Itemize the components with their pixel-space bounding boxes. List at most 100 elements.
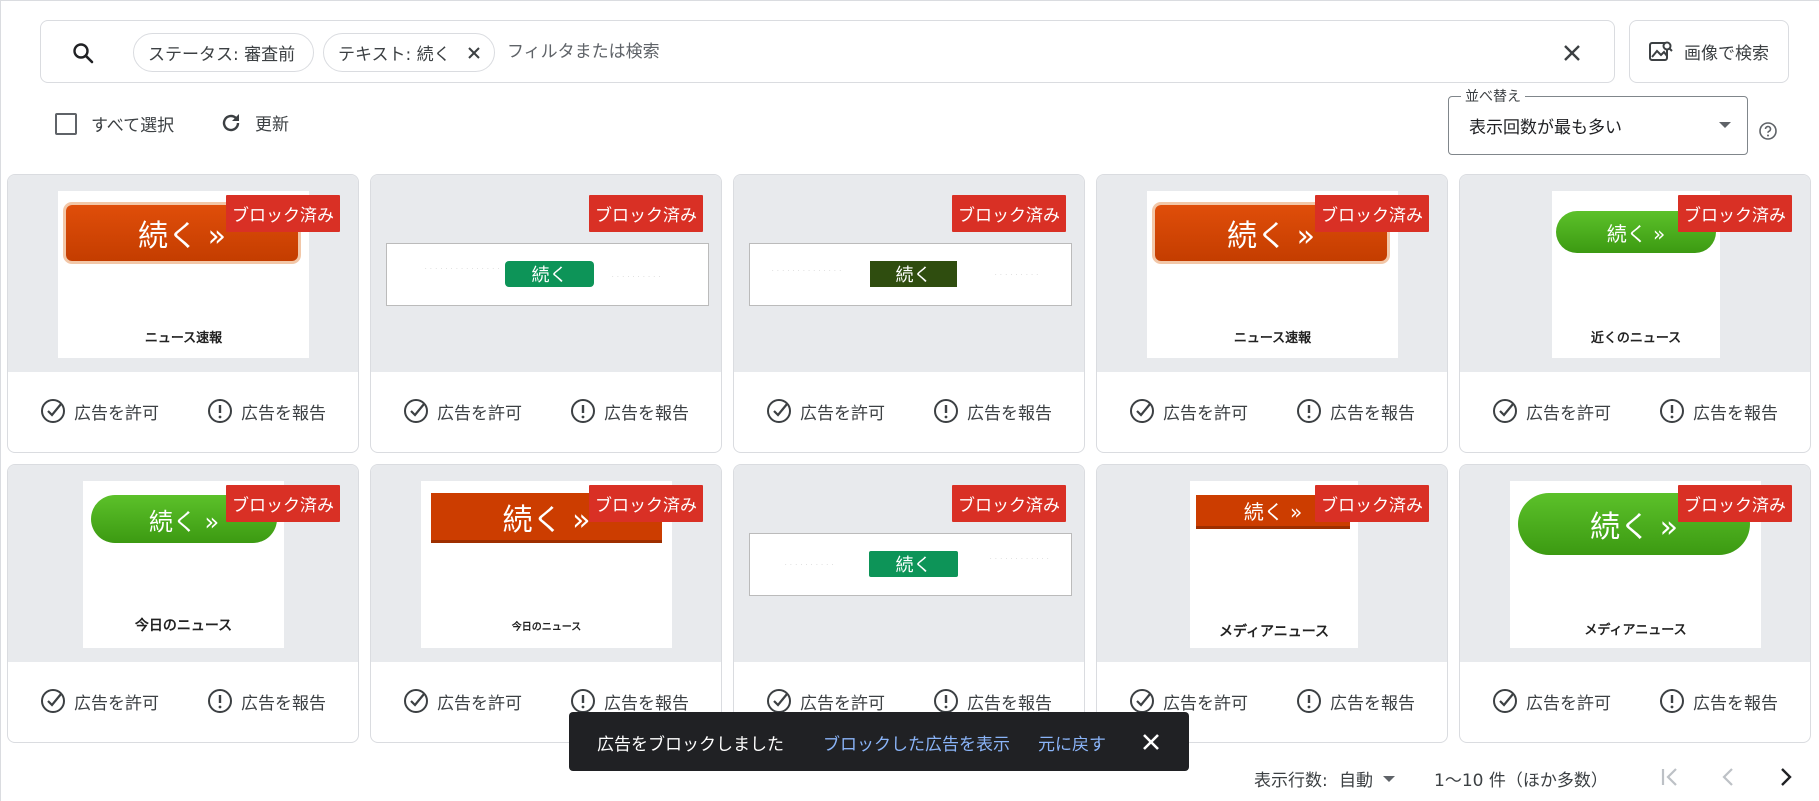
report-ad-label: 広告を報告 [1330, 403, 1415, 424]
rows-per-page-label: 表示行数: [1254, 771, 1328, 791]
image-search-icon [1649, 41, 1673, 61]
ad-preview[interactable]: 続く » ニュース速報 ブロック済み [8, 175, 358, 372]
allow-ad-label: 広告を許可 [800, 693, 885, 714]
ad-preview[interactable]: 続く » メディアニュース ブロック済み [1460, 465, 1810, 662]
help-icon[interactable] [1758, 121, 1778, 141]
alert-circle-icon [934, 399, 958, 423]
search-icon[interactable] [71, 41, 95, 65]
ad-caption: 近くのニュース [1590, 331, 1682, 346]
allow-ad-label: 広告を許可 [1163, 693, 1248, 714]
ad-preview[interactable]: 続く » 今日のニュース ブロック済み [371, 465, 721, 662]
ad-cta-button: 続く [869, 551, 958, 577]
left-divider [0, 0, 1, 801]
report-ad-button[interactable]: 広告を報告 [1296, 688, 1415, 714]
allow-ad-label: 広告を許可 [74, 403, 159, 424]
image-search-label: 画像で検索 [1684, 44, 1769, 64]
select-all-checkbox[interactable] [55, 112, 77, 135]
ad-cta-button: 続く [870, 261, 957, 287]
report-ad-button[interactable]: 広告を報告 [933, 398, 1052, 424]
ad-card[interactable]: 続く » ニュース速報 ブロック済み 広告を許可 広告を報告 [7, 174, 359, 453]
allow-ad-button[interactable]: 広告を許可 [40, 688, 159, 714]
ad-preview[interactable]: · · · · · · · · · · · · · · · 続く · · · ·… [371, 175, 721, 372]
report-ad-label: 広告を報告 [604, 693, 689, 714]
report-ad-button[interactable]: 広告を報告 [1659, 688, 1778, 714]
allow-ad-button[interactable]: 広告を許可 [403, 398, 522, 424]
report-ad-button[interactable]: 広告を報告 [933, 688, 1052, 714]
close-icon[interactable] [1139, 730, 1163, 754]
next-page-icon[interactable] [1773, 764, 1799, 790]
report-ad-label: 広告を報告 [604, 403, 689, 424]
sort-select[interactable]: 並べ替え 表示回数が最も多い [1448, 86, 1748, 155]
report-ad-label: 広告を報告 [1693, 403, 1778, 424]
ad-preview[interactable]: · · · · · · · · · · 続く · · · · · · · · ·… [734, 465, 1084, 662]
report-ad-button[interactable]: 広告を報告 [1296, 398, 1415, 424]
ad-card[interactable]: 続く » 近くのニュース ブロック済み 広告を許可 広告を報告 [1459, 174, 1811, 453]
alert-circle-icon [934, 689, 958, 713]
search-input[interactable] [507, 35, 1487, 69]
refresh-label: 更新 [255, 115, 289, 135]
ad-faint-text: · · · · · · · · · · · · · · · [425, 266, 501, 272]
blocked-badge: ブロック済み [1315, 485, 1429, 522]
blocked-badge: ブロック済み [226, 485, 340, 522]
allow-ad-button[interactable]: 広告を許可 [1492, 688, 1611, 714]
allow-ad-button[interactable]: 広告を許可 [1129, 688, 1248, 714]
top-divider [0, 0, 1819, 1]
refresh-icon [222, 113, 240, 131]
blocked-badge: ブロック済み [1678, 195, 1792, 232]
report-ad-label: 広告を報告 [241, 693, 326, 714]
filter-search-bar[interactable]: ステータス: 審査前 テキスト: 続く [40, 20, 1615, 83]
ad-card[interactable]: 続く » メディアニュース ブロック済み 広告を許可 広告を報告 [1096, 464, 1448, 743]
check-circle-icon [1493, 689, 1517, 713]
select-all-label: すべて選択 [91, 116, 175, 136]
allow-ad-button[interactable]: 広告を許可 [40, 398, 159, 424]
ad-faint-text: · · · · · · · · · · · · [990, 556, 1050, 562]
allow-ad-button[interactable]: 広告を許可 [1129, 398, 1248, 424]
ad-card[interactable]: 続く » 今日のニュース ブロック済み 広告を許可 広告を報告 [7, 464, 359, 743]
ad-caption: ニュース速報 [1233, 331, 1312, 346]
ad-creative: · · · · · · · · · · · · · · · 続く · · · ·… [386, 243, 709, 306]
remove-chip-icon[interactable] [464, 43, 484, 63]
ad-preview[interactable]: 続く » 今日のニュース ブロック済み [8, 465, 358, 662]
allow-ad-button[interactable]: 広告を許可 [403, 688, 522, 714]
previous-page-icon[interactable] [1715, 764, 1741, 790]
allow-ad-button[interactable]: 広告を許可 [766, 398, 885, 424]
clear-search-icon[interactable] [1560, 41, 1584, 65]
check-circle-icon [41, 399, 65, 423]
ad-card[interactable]: · · · · · · · · · · 続く · · · · · · · · ·… [733, 464, 1085, 743]
ad-card[interactable]: · · · · · · · · · · · · · · · 続く · · · ·… [370, 174, 722, 453]
first-page-icon[interactable] [1657, 764, 1683, 790]
ad-preview[interactable]: 続く » メディアニュース ブロック済み [1097, 465, 1447, 662]
report-ad-button[interactable]: 広告を報告 [1659, 398, 1778, 424]
ad-preview[interactable]: · · · · · · · · · · · · · · 続く · · · · ·… [734, 175, 1084, 372]
snackbar-message: 広告をブロックしました [597, 735, 784, 755]
blocked-badge: ブロック済み [226, 195, 340, 232]
check-circle-icon [1130, 399, 1154, 423]
status-filter-chip[interactable]: ステータス: 審査前 [133, 33, 314, 72]
blocked-badge: ブロック済み [952, 485, 1066, 522]
allow-ad-button[interactable]: 広告を許可 [1492, 398, 1611, 424]
report-ad-button[interactable]: 広告を報告 [570, 398, 689, 424]
ad-card[interactable]: 続く » ニュース速報 ブロック済み 広告を許可 広告を報告 [1096, 174, 1448, 453]
ad-card[interactable]: 続く » 今日のニュース ブロック済み 広告を許可 広告を報告 [370, 464, 722, 743]
ad-preview[interactable]: 続く » ニュース速報 ブロック済み [1097, 175, 1447, 372]
alert-circle-icon [1660, 399, 1684, 423]
report-ad-button[interactable]: 広告を報告 [570, 688, 689, 714]
alert-circle-icon [1660, 689, 1684, 713]
view-blocked-ads-link[interactable]: ブロックした広告を表示 [823, 730, 1010, 755]
undo-link[interactable]: 元に戻す [1038, 730, 1106, 755]
image-search-button[interactable]: 画像で検索 [1629, 20, 1789, 83]
blocked-badge: ブロック済み [1315, 195, 1429, 232]
text-filter-chip[interactable]: テキスト: 続く [323, 33, 495, 72]
refresh-button[interactable]: 更新 [219, 110, 289, 135]
report-ad-button[interactable]: 広告を報告 [207, 688, 326, 714]
allow-ad-button[interactable]: 広告を許可 [766, 688, 885, 714]
ad-card[interactable]: 続く » メディアニュース ブロック済み 広告を許可 広告を報告 [1459, 464, 1811, 743]
ad-card[interactable]: · · · · · · · · · · · · · · 続く · · · · ·… [733, 174, 1085, 453]
ad-faint-text: · · · · · · · · · [995, 272, 1040, 278]
report-ad-label: 広告を報告 [967, 693, 1052, 714]
rows-per-page-select[interactable]: 自動 [1339, 766, 1395, 791]
report-ad-button[interactable]: 広告を報告 [207, 398, 326, 424]
select-all-control[interactable]: すべて選択 [55, 111, 174, 136]
ad-creative: · · · · · · · · · · · · · · 続く · · · · ·… [749, 243, 1072, 306]
ad-preview[interactable]: 続く » 近くのニュース ブロック済み [1460, 175, 1810, 372]
